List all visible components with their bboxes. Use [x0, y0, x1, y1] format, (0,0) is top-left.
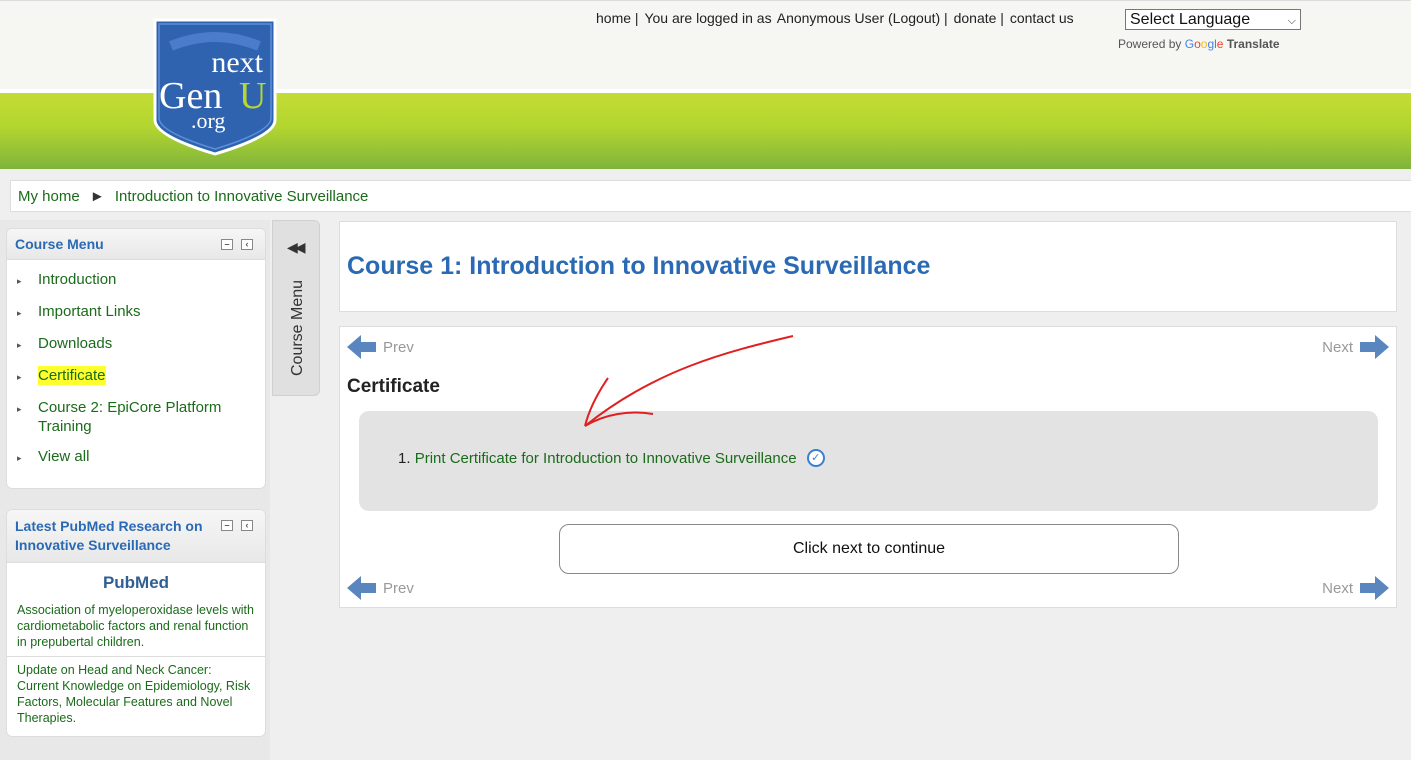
pubmed-block-header: Latest PubMed Research on Innovative Sur…	[7, 510, 265, 563]
logo-text-org: .org	[191, 108, 225, 133]
language-select[interactable]: Select Language ⌵	[1125, 9, 1301, 30]
breadcrumb-current[interactable]: Introduction to Innovative Surveillance	[115, 188, 368, 205]
powered-by-label: Powered by	[1118, 37, 1182, 51]
pubmed-logo: PubMed	[102, 573, 170, 592]
arrow-right-icon	[1360, 335, 1389, 359]
bullet-icon: ▸	[17, 372, 22, 382]
translate-label[interactable]: Translate	[1227, 37, 1280, 51]
google-logo[interactable]: Google	[1185, 37, 1224, 51]
dock-label: Course Menu	[289, 279, 306, 376]
page-title: Course 1: Introduction to Innovative Sur…	[347, 252, 931, 280]
minimize-icon[interactable]: –	[221, 239, 233, 250]
content-box: Prev Next Certificate 1. Print Certifica…	[339, 326, 1397, 608]
menu-item-introduction[interactable]: ▸ Introduction	[17, 270, 265, 291]
donate-link[interactable]: donate	[954, 10, 997, 26]
next-button-bottom[interactable]: Next	[1322, 576, 1389, 600]
section-title: Certificate	[347, 376, 440, 397]
arrow-right-icon	[1360, 576, 1389, 600]
menu-item-course-2[interactable]: ▸ Course 2: EpiCore Platform Training	[17, 398, 265, 436]
arrow-left-icon	[347, 576, 376, 600]
bullet-icon: ▸	[17, 404, 22, 414]
prev-button-bottom[interactable]: Prev	[347, 576, 414, 600]
chevron-down-icon: ⌵	[1287, 15, 1296, 27]
left-column: Course Menu – ‹ ▸ Introduction ▸ Important…	[0, 220, 270, 760]
menu-item-certificate[interactable]: ▸ Certificate	[17, 366, 265, 387]
bullet-icon: ▸	[17, 340, 22, 350]
pubmed-block: Latest PubMed Research on Innovative Sur…	[6, 509, 266, 737]
breadcrumb: My home ► Introduction to Innovative Sur…	[10, 180, 1411, 212]
dock-icon[interactable]: ‹	[241, 520, 253, 531]
completion-check-icon[interactable]: ✓	[806, 449, 825, 467]
site-header: next Gen U .org home | You are logged in…	[0, 0, 1411, 169]
course-title-box: Course 1: Introduction to Innovative Sur…	[339, 221, 1397, 312]
minimize-icon[interactable]: –	[221, 520, 233, 531]
user-link[interactable]: Anonymous User	[777, 10, 884, 26]
continue-button[interactable]: Click next to continue	[559, 524, 1179, 574]
breadcrumb-separator: ►	[89, 188, 105, 205]
bullet-icon: ▸	[17, 276, 22, 286]
bullet-icon: ▸	[17, 453, 22, 463]
bullet-icon: ▸	[17, 308, 22, 318]
menu-item-downloads[interactable]: ▸ Downloads	[17, 334, 265, 355]
home-link[interactable]: home	[596, 10, 631, 26]
print-certificate-link[interactable]: Print Certificate for Introduction to In…	[415, 450, 797, 467]
double-chevron-left-icon[interactable]: ◀◀	[287, 239, 305, 256]
logo-text-u: U	[239, 75, 266, 117]
nextgenu-logo[interactable]: next Gen U .org	[151, 16, 279, 156]
activity-panel: 1. Print Certificate for Introduction to…	[359, 411, 1378, 511]
pubmed-article[interactable]: Association of myeloperoxidase levels wi…	[7, 597, 265, 657]
arrow-left-icon	[347, 335, 376, 359]
activity-item: 1. Print Certificate for Introduction to…	[398, 449, 825, 467]
pubmed-block-title: Latest PubMed Research on Innovative Sur…	[15, 518, 203, 553]
course-menu-header: Course Menu – ‹	[7, 229, 265, 260]
logout-link[interactable]: (Logout)	[888, 10, 940, 26]
menu-item-important-links[interactable]: ▸ Important Links	[17, 302, 265, 323]
contact-link[interactable]: contact us	[1010, 10, 1074, 26]
next-button-top[interactable]: Next	[1322, 335, 1389, 359]
course-menu-list: ▸ Introduction ▸ Important Links ▸ Download…	[7, 260, 265, 487]
prev-button-top[interactable]: Prev	[347, 335, 414, 359]
powered-by-google-translate: Powered by Google Translate	[1118, 37, 1280, 51]
menu-item-view-all[interactable]: ▸ View all	[17, 447, 265, 468]
course-menu-title: Course Menu	[15, 236, 104, 252]
top-links: home | You are logged in as Anonymous Us…	[596, 10, 1074, 26]
course-menu-block: Course Menu – ‹ ▸ Introduction ▸ Important…	[6, 228, 266, 489]
language-select-value: Select Language	[1130, 11, 1251, 28]
logged-in-text: You are logged in as	[644, 10, 772, 26]
breadcrumb-home[interactable]: My home	[18, 188, 80, 205]
dock-panel[interactable]: ◀◀ Course Menu	[272, 220, 320, 396]
pubmed-article[interactable]: Update on Head and Neck Cancer: Current …	[7, 657, 265, 732]
dock-icon[interactable]: ‹	[241, 239, 253, 250]
